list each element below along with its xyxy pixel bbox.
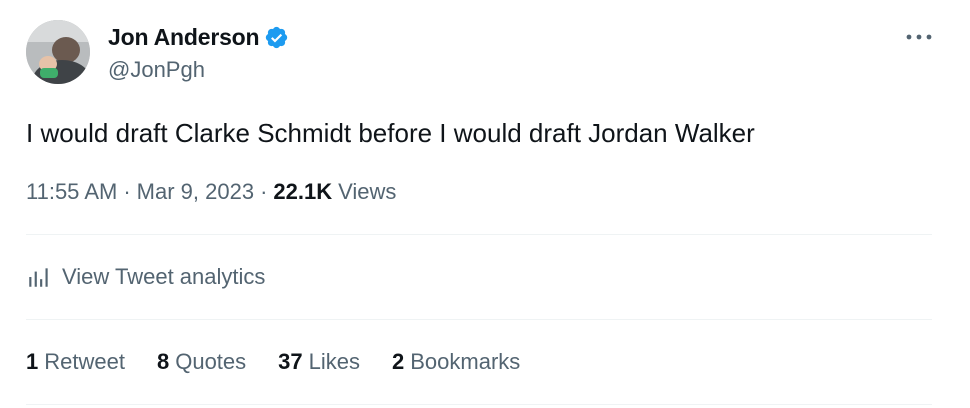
analytics-label: View Tweet analytics bbox=[62, 264, 266, 289]
user-handle[interactable]: @JonPgh bbox=[108, 57, 289, 83]
divider bbox=[26, 404, 932, 405]
tweet-header: Jon Anderson @JonPgh bbox=[26, 20, 936, 84]
likes-label: Likes bbox=[308, 349, 360, 374]
retweet-count: 1 bbox=[26, 349, 39, 374]
tweet-text: I would draft Clarke Schmidt before I wo… bbox=[26, 118, 755, 148]
quotes-label: Quotes bbox=[175, 349, 247, 374]
tweet-time[interactable]: 11:55 AM bbox=[26, 179, 117, 205]
more-options-button[interactable] bbox=[902, 22, 936, 52]
bookmarks-label: Bookmarks bbox=[410, 349, 521, 374]
likes-stat[interactable]: 37 Likes bbox=[278, 349, 360, 375]
meta-separator: · bbox=[260, 179, 268, 204]
avatar-image bbox=[26, 20, 90, 84]
engagement-stats: 1 Retweet 8 Quotes 37 Likes 2 Bookmarks bbox=[26, 346, 552, 378]
bookmarks-count: 2 bbox=[392, 349, 405, 374]
quotes-count: 8 bbox=[156, 349, 170, 374]
more-dots-icon bbox=[906, 34, 932, 40]
verified-badge-icon bbox=[264, 25, 289, 50]
bar-chart-icon bbox=[29, 268, 48, 287]
retweet-label: Retweet bbox=[44, 349, 125, 374]
divider bbox=[26, 319, 932, 320]
tweet-date[interactable]: Mar 9, 2023 bbox=[137, 179, 254, 205]
view-tweet-analytics-link[interactable]: View Tweet analytics bbox=[26, 261, 265, 293]
views-label: Views bbox=[338, 179, 397, 204]
likes-count: 37 bbox=[278, 349, 303, 374]
tweet-meta: 11:55 AM · Mar 9, 2023 · 22.1K Views bbox=[26, 176, 396, 208]
views-count: 22.1K bbox=[273, 179, 333, 204]
quotes-stat[interactable]: 8 Quotes bbox=[157, 349, 246, 375]
bookmarks-stat[interactable]: 2 Bookmarks bbox=[392, 349, 520, 375]
avatar[interactable] bbox=[26, 20, 90, 84]
divider bbox=[26, 234, 932, 235]
display-name[interactable]: Jon Anderson bbox=[108, 24, 260, 51]
retweets-stat[interactable]: 1 Retweet bbox=[26, 349, 125, 375]
meta-separator: · bbox=[123, 179, 131, 204]
